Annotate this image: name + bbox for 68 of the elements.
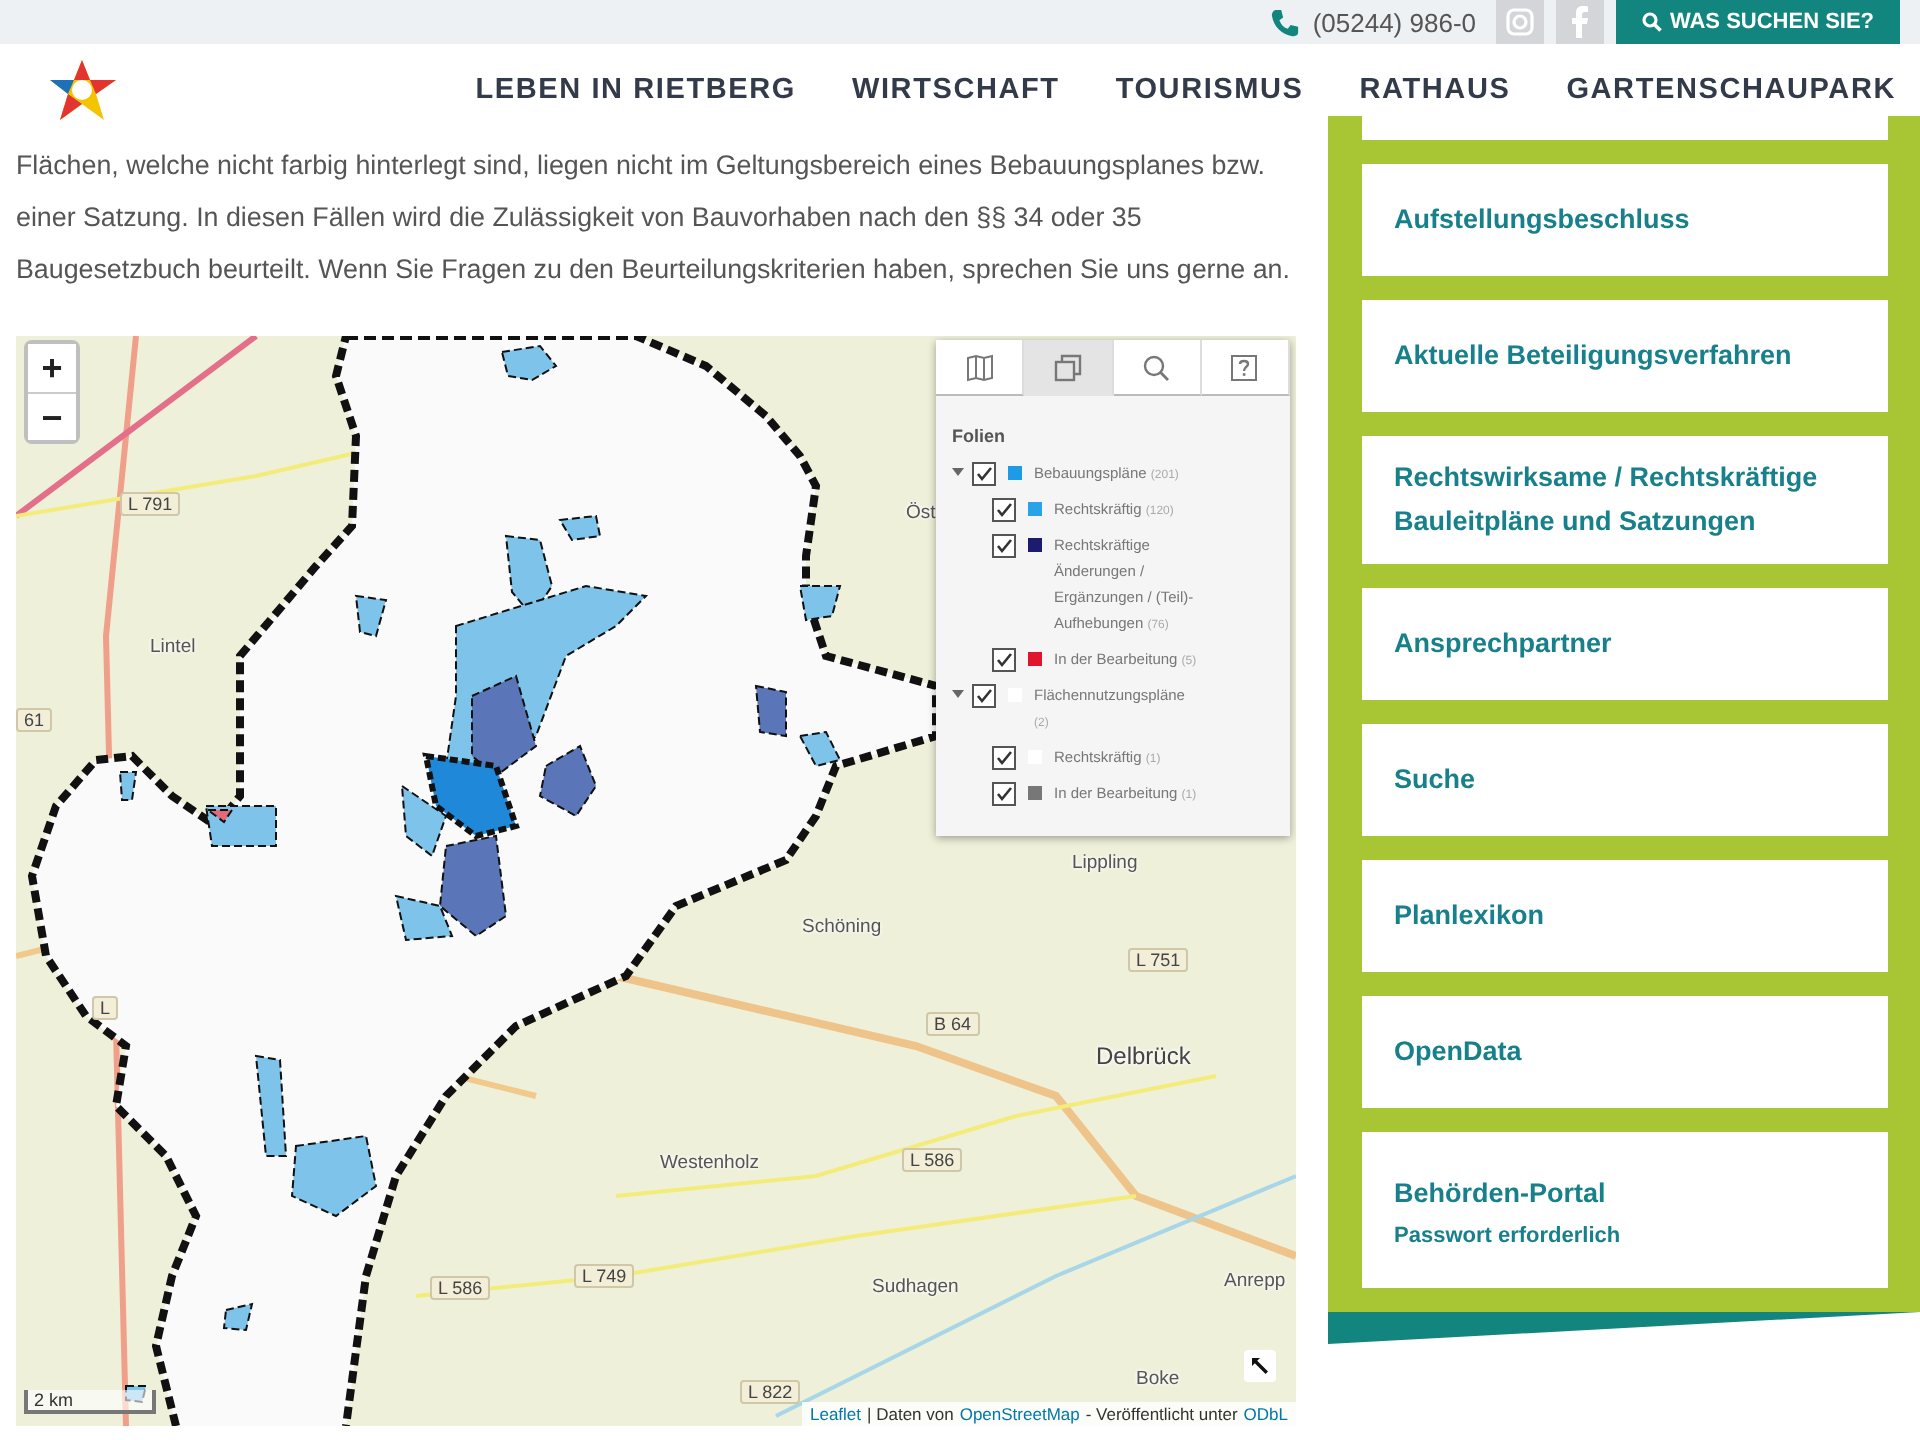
layer-checkbox[interactable] [972, 684, 996, 708]
caret-icon[interactable] [952, 468, 964, 476]
nav-link[interactable]: WIRTSCHAFT [851, 74, 1060, 106]
search-icon [1142, 353, 1171, 381]
scale-bar: 2 km [24, 1390, 156, 1414]
panel-heading: Folien [952, 426, 1005, 446]
arrow-icon [1250, 1356, 1270, 1376]
road-label: 61 [16, 708, 53, 732]
nav-link[interactable]: LEBEN IN RIETBERG [475, 74, 796, 106]
camera-icon [1506, 8, 1534, 36]
panel-tab[interactable] [936, 340, 1025, 396]
sidebar-link[interactable]: Suche [1362, 724, 1888, 836]
intro-paragraph: Flächen, welche nicht farbig hinterlegt sind, liegen nicht im Geltungsbereich eines Bebauungsplanes bzw. einer Satzung. In diesen Fällen wird die Zulässigkeit von Bauvorhaben nach den §§ 34 oder 35 Baugesetzbuch beurteilt. Wenn Sie Fragen zu den Beurteilungskriterien haben, sprechen Sie uns gerne an. [16, 148, 1292, 288]
place-label: Westenholz [660, 1152, 759, 1174]
place-label: Öst [906, 502, 936, 524]
nav-link[interactable]: TOURISMUS [1115, 74, 1304, 106]
layer-checkbox[interactable] [992, 648, 1016, 672]
zoom-out-button[interactable]: − [28, 392, 76, 440]
road-label: L 822 [740, 1380, 801, 1404]
leaflet-link[interactable]: Leaflet [809, 1404, 862, 1424]
sidebar-link[interactable]: Aktuelle Beteiligungsverfahren [1362, 300, 1888, 412]
phone-icon [1270, 7, 1301, 37]
layer-checkbox[interactable] [992, 534, 1016, 558]
road-label: L 749 [574, 1264, 635, 1288]
facebook-icon [1572, 6, 1588, 38]
sidebar-link[interactable]: Rechtswirksame / Rechtskräftige Bauleitpläne und Satzungen [1362, 436, 1888, 564]
place-label: Delbrück [1096, 1042, 1191, 1070]
layer-checkbox[interactable] [992, 746, 1016, 770]
attribution-text: | Daten von [867, 1404, 954, 1424]
phone-number[interactable]: (05244) 986-0 [1312, 7, 1476, 37]
place-label: Sudhagen [872, 1276, 959, 1298]
sidebar-link[interactable]: Behörden-Portal Passwort erforderlich [1362, 1132, 1888, 1288]
road-label: L [92, 996, 119, 1020]
star-logo[interactable] [48, 56, 120, 124]
layer-checkbox[interactable] [992, 782, 1016, 806]
layer-checkbox[interactable] [972, 462, 996, 486]
panel-tab[interactable] [1113, 340, 1202, 396]
license-link[interactable]: ODbL [1243, 1404, 1288, 1424]
attribution-text: - Veröffentlicht unter [1085, 1404, 1238, 1424]
nav-link[interactable]: RATHAUS [1359, 74, 1511, 106]
panel-tab[interactable] [1201, 340, 1290, 396]
sidebar-link[interactable]: Ansprechpartner [1362, 588, 1888, 700]
road-label: L 586 [430, 1276, 491, 1300]
layers-icon [1053, 353, 1082, 381]
search-button[interactable]: WAS SUCHEN SIE? [1616, 0, 1900, 44]
place-label: Boke [1136, 1368, 1180, 1390]
nav-link[interactable]: GARTENSCHAUPARK [1566, 74, 1896, 106]
panel-tab[interactable] [1024, 340, 1113, 396]
sidebar-link[interactable]: OpenData [1362, 996, 1888, 1108]
sidebar-link[interactable]: Aufstellungsbeschluss [1362, 164, 1888, 276]
search-icon [1641, 12, 1662, 32]
road-label: L 791 [120, 492, 181, 516]
help-icon [1230, 353, 1259, 381]
openstreetmap-link[interactable]: OpenStreetMap [959, 1404, 1080, 1424]
road-label: L 751 [1128, 948, 1189, 972]
place-label: Lippling [1072, 852, 1138, 874]
road-label: B 64 [926, 1012, 980, 1036]
layer-checkbox[interactable] [992, 498, 1016, 522]
link-subtitle: Passwort erforderlich [1394, 1224, 1623, 1248]
place-label: Anrepp [1224, 1270, 1286, 1292]
expand-button[interactable] [1244, 1350, 1276, 1382]
map-icon [965, 353, 994, 381]
place-label: Schöning [802, 916, 882, 938]
sidebar-link[interactable]: Planlexikon [1362, 860, 1888, 972]
place-label: Lintel [150, 636, 196, 658]
link-title: Behörden-Portal [1394, 1176, 1608, 1212]
road-label: L 586 [902, 1148, 963, 1172]
caret-icon[interactable] [952, 690, 964, 698]
